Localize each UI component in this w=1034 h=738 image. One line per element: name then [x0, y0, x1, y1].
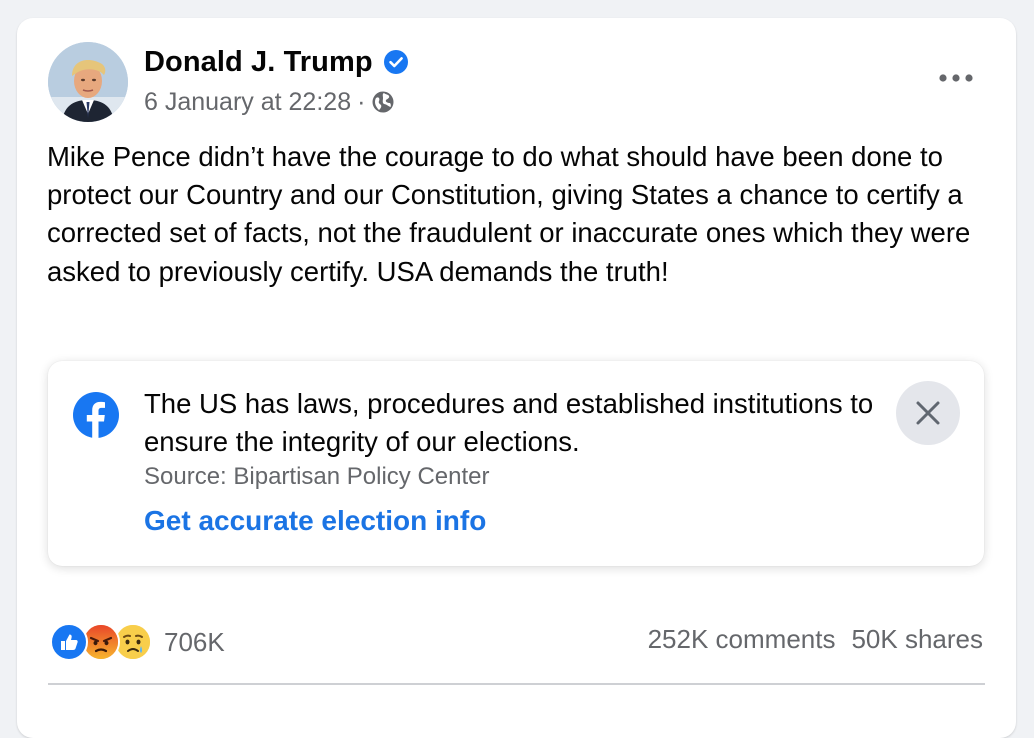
shares-count[interactable]: 50K shares [851, 624, 983, 655]
info-label-text: The US has laws, procedures and establis… [144, 388, 874, 457]
post-card: Donald J. Trump 6 January at 22:28 · Mik… [17, 18, 1016, 738]
election-info-label: The US has laws, procedures and establis… [48, 361, 984, 566]
close-label-button[interactable] [896, 381, 960, 445]
reactions-summary[interactable]: 706K [50, 622, 225, 662]
facebook-logo-icon [73, 392, 119, 438]
author-avatar[interactable] [48, 42, 128, 122]
info-label-source: Source: Bipartisan Policy Center [144, 463, 490, 490]
meta-separator: · [357, 87, 366, 116]
verified-badge-icon [383, 49, 409, 75]
post-timestamp[interactable]: 6 January at 22:28 [144, 88, 351, 117]
comments-count[interactable]: 252K comments [648, 624, 836, 655]
reaction-count[interactable]: 706K [164, 627, 225, 658]
globe-icon[interactable] [371, 90, 395, 114]
like-icon [50, 623, 88, 661]
more-options-button[interactable] [932, 58, 980, 98]
more-dots-icon [939, 74, 973, 82]
election-info-link[interactable]: Get accurate election info [144, 505, 486, 537]
author-name[interactable]: Donald J. Trump [144, 46, 373, 79]
post-body-text: Mike Pence didn’t have the courage to do… [47, 141, 971, 287]
action-bar-divider [48, 683, 985, 685]
close-icon [916, 401, 940, 425]
